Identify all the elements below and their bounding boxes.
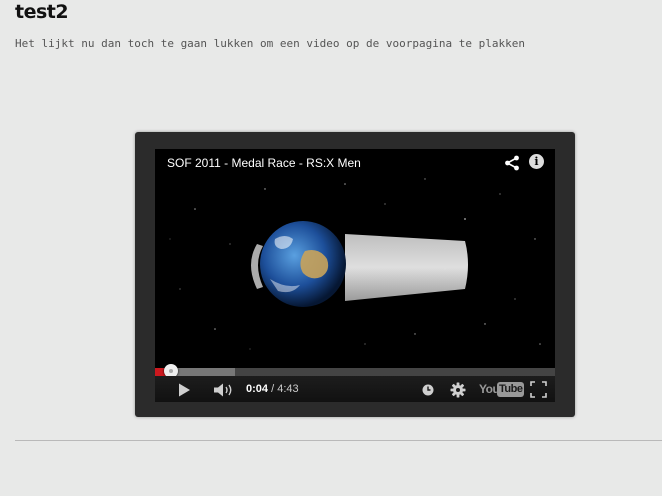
time-separator: / <box>268 383 278 395</box>
time-display: 0:04 / 4:43 <box>246 383 299 395</box>
video-embed[interactable]: SOF 2011 - Medal Race - RS:X Men i 0:04 … <box>135 132 575 417</box>
content-divider <box>15 440 662 441</box>
post-text: Het lijkt nu dan toch te gaan lukken om … <box>15 37 525 50</box>
fullscreen-icon[interactable] <box>530 381 547 398</box>
clock-icon[interactable] <box>422 384 434 396</box>
progress-bar[interactable] <box>155 364 555 378</box>
video-area[interactable]: SOF 2011 - Medal Race - RS:X Men i 0:04 … <box>155 149 555 402</box>
earth-scene-frame <box>251 221 468 307</box>
share-icon[interactable] <box>504 155 520 171</box>
play-icon[interactable] <box>176 382 192 398</box>
gear-icon[interactable] <box>450 382 466 398</box>
time-total: 4:43 <box>277 383 299 395</box>
video-title[interactable]: SOF 2011 - Medal Race - RS:X Men <box>167 156 361 170</box>
post-title: test2 <box>15 1 69 23</box>
speaker-icon[interactable] <box>213 382 235 398</box>
time-current: 0:04 <box>246 383 269 395</box>
info-icon[interactable]: i <box>529 154 544 169</box>
youtube-logo-tube: Tube <box>497 382 525 397</box>
